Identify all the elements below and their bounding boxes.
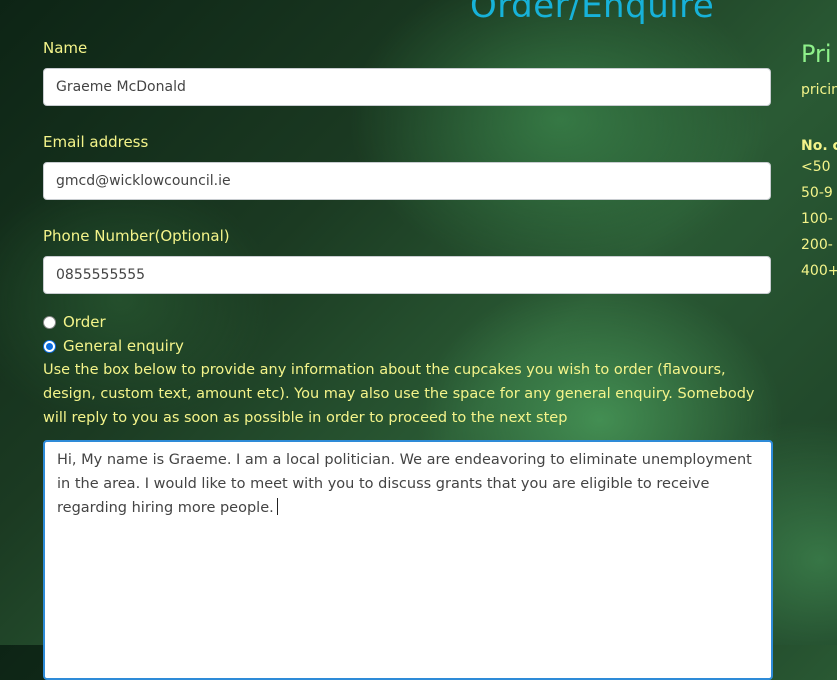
radio-order-label: Order (63, 313, 106, 331)
pricing-column-header: No. c (801, 138, 837, 154)
message-textarea[interactable]: Hi, My name is Graeme. I am a local poli… (43, 440, 773, 680)
phone-label: Phone Number(Optional) (43, 227, 230, 245)
email-input[interactable]: gmcd@wicklowcouncil.ie (43, 162, 771, 200)
pricing-row: 100- (801, 211, 833, 227)
text-caret (276, 498, 278, 515)
message-text: Hi, My name is Graeme. I am a local poli… (57, 452, 752, 516)
name-label: Name (43, 39, 88, 57)
radio-general-enquiry[interactable] (43, 339, 56, 353)
pricing-row: 400+ (801, 263, 837, 279)
phone-input[interactable]: 0855555555 (43, 256, 771, 294)
email-label: Email address (43, 133, 149, 151)
radio-enquiry-label: General enquiry (63, 337, 184, 355)
radio-order[interactable] (43, 315, 56, 329)
pricing-subtitle: pricin (801, 82, 837, 98)
radio-order-row[interactable]: Order (43, 310, 771, 334)
radio-enquiry-row[interactable]: General enquiry (43, 334, 771, 358)
pricing-panel: Pri pricin No. c <50 50-9 100- 200- 400+ (801, 40, 837, 284)
pricing-row: <50 (801, 159, 831, 175)
help-text: Use the box below to provide any informa… (43, 362, 755, 426)
name-input[interactable]: Graeme McDonald (43, 68, 771, 106)
pricing-title: Pri (801, 40, 832, 68)
page-title: Order/Enquire (470, 0, 715, 26)
order-form: Name Graeme McDonald Email address gmcd@… (43, 38, 773, 680)
pricing-row: 200- (801, 237, 833, 253)
pricing-row: 50-9 (801, 185, 833, 201)
